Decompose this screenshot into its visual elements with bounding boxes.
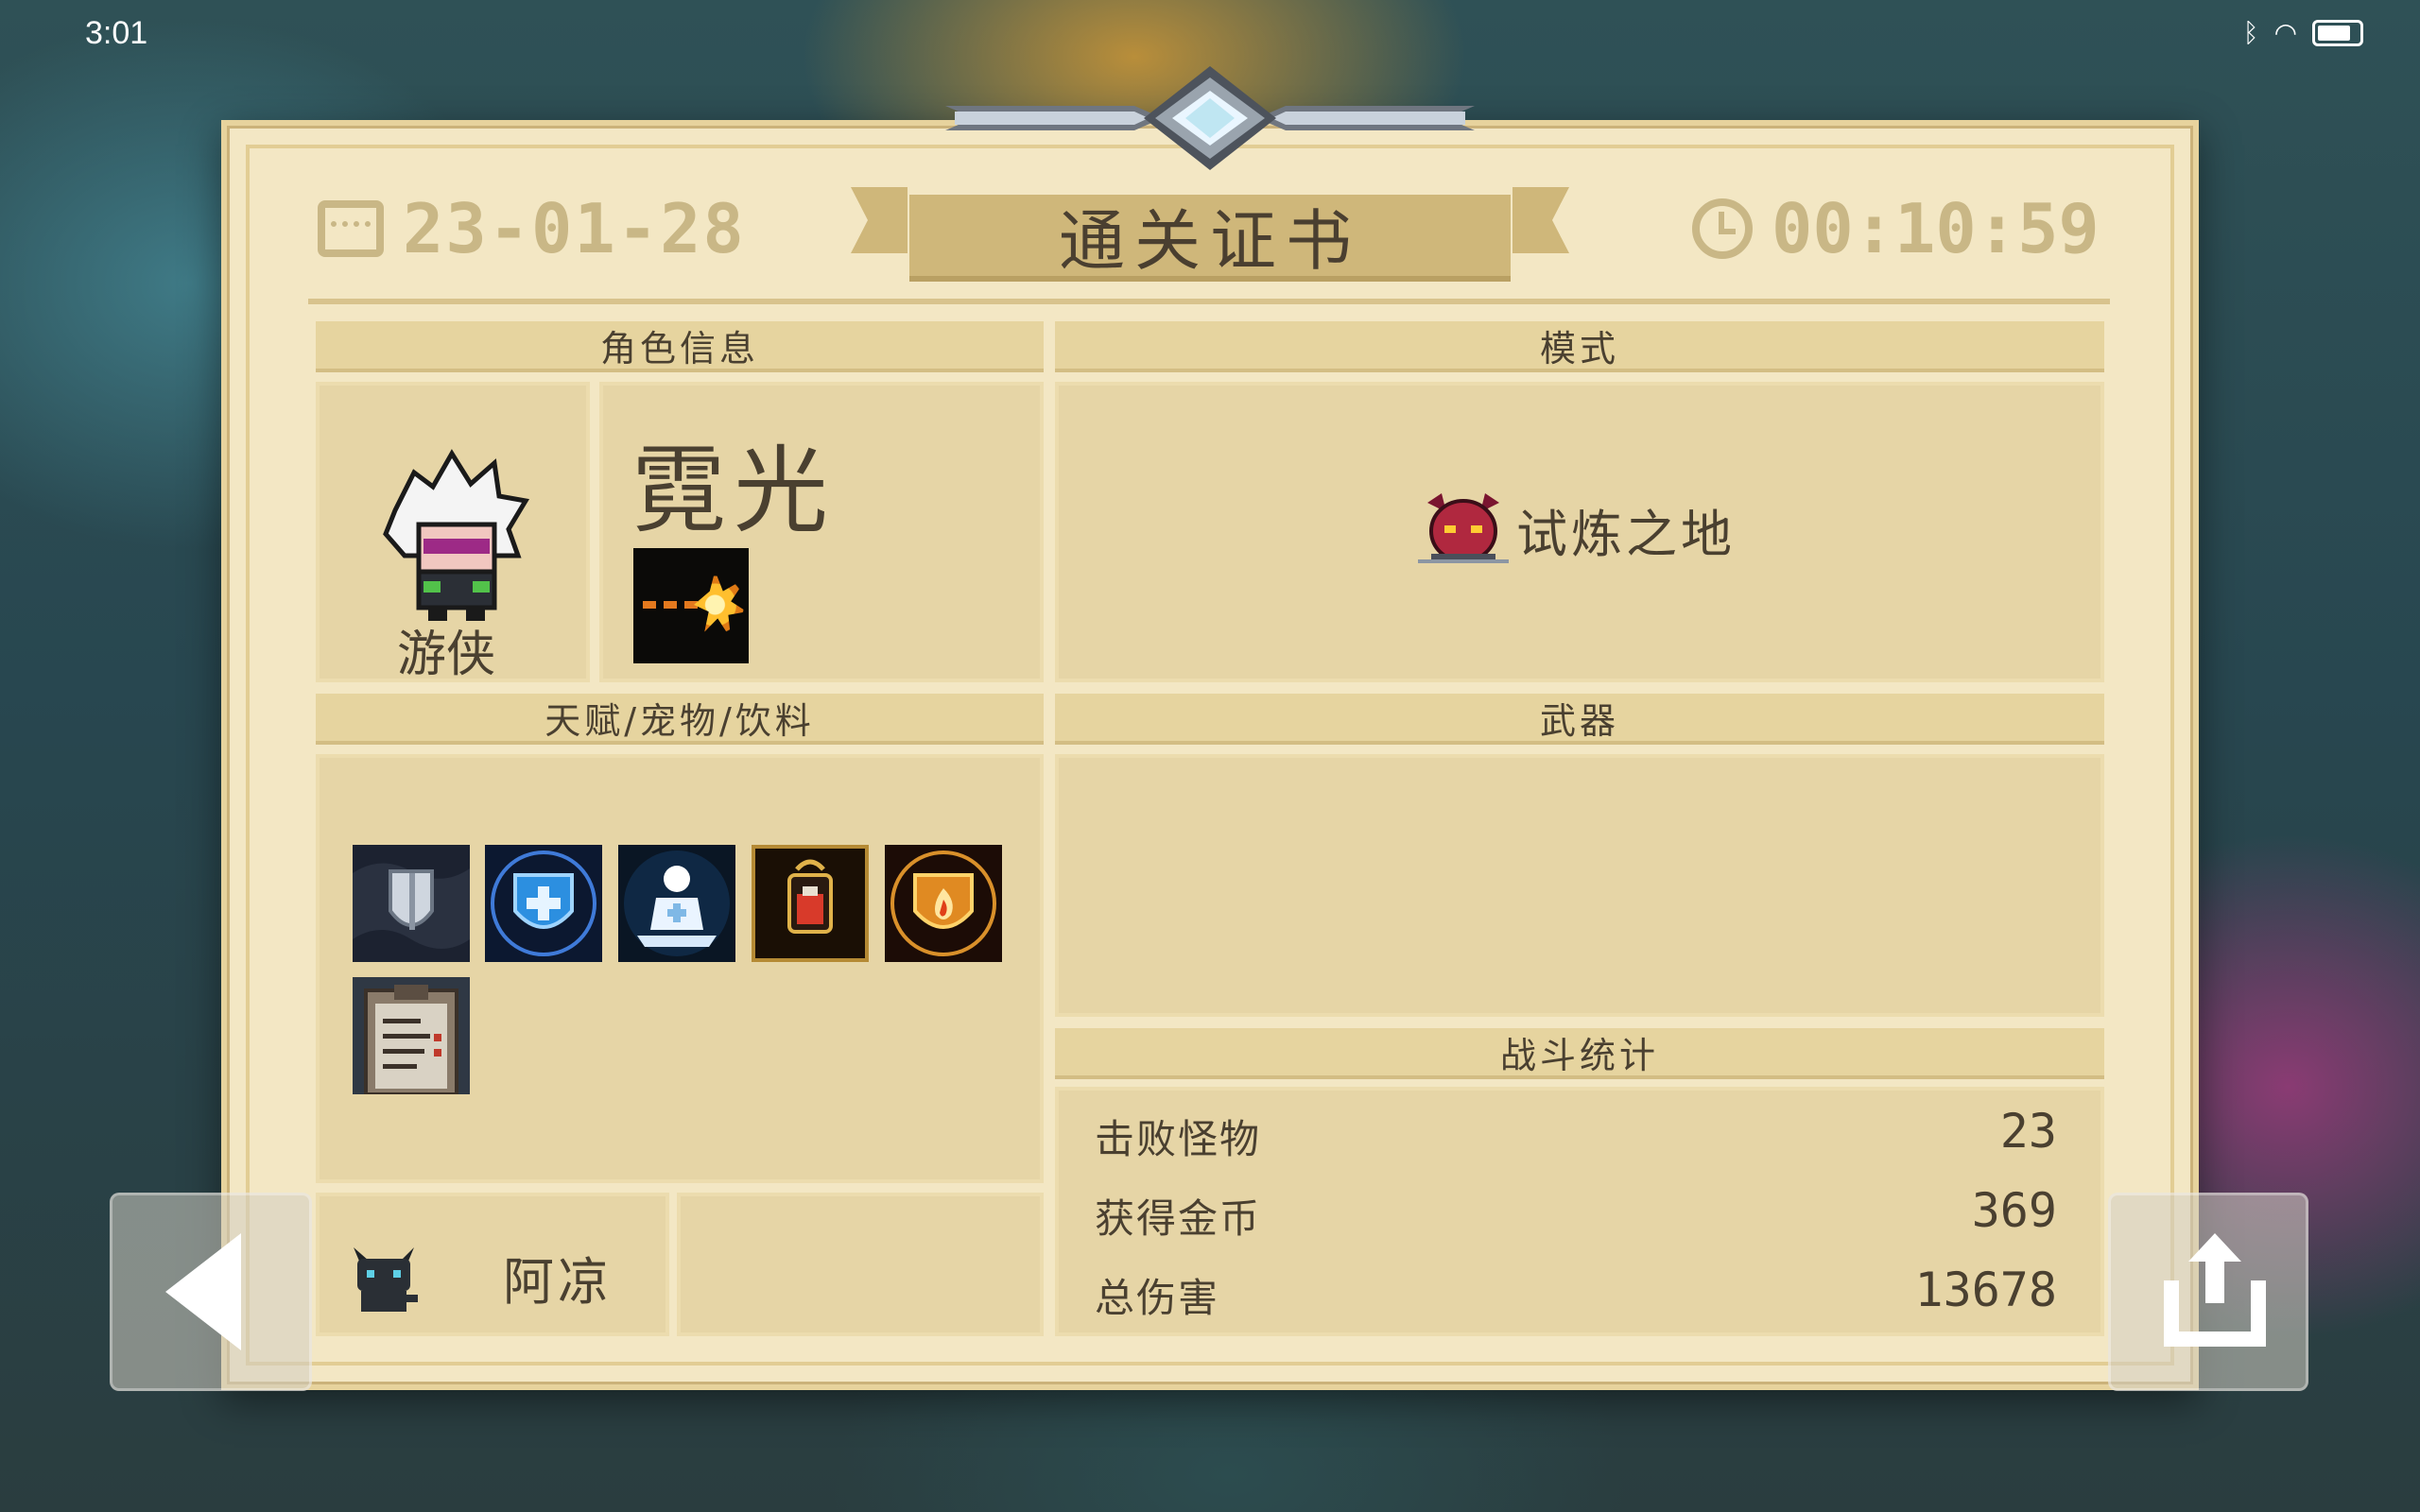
stat-label-damage: 总伤害 [1095,1275,1220,1321]
bluetooth-icon: ᛒ [2242,17,2259,48]
certificate-title: 通关证书 [909,195,1511,282]
black-cat-pet-icon [354,1247,418,1312]
header-divider [308,299,2110,304]
talents-box [316,754,1044,1183]
pet-name: 阿凉 [503,1252,613,1312]
elapsed-time-text: 00:10:59 [1772,189,2100,268]
calendar-icon [318,200,384,257]
status-time: 3:01 [85,15,148,51]
talent-clipboard-icon[interactable] [353,977,470,1096]
weapons-header: 武器 [1055,694,2104,745]
back-arrow-icon [165,1233,241,1350]
stat-label-monsters: 击败怪物 [1095,1116,1262,1162]
demon-head-icon [1418,493,1509,563]
share-icon [2164,1233,2266,1347]
character-class-label: 游侠 [397,627,496,683]
talent-meditating-figure-icon[interactable] [618,845,735,962]
talent-blue-cross-shield-icon[interactable] [485,845,602,962]
mode-display: 试炼之地 [1418,484,1736,575]
date-display: 23-01-28 [318,189,746,268]
ranger-character-icon [383,449,530,621]
mode-name: 试炼之地 [1516,504,1736,564]
stat-value-gold: 369 [1971,1183,2057,1238]
battle-stats-header: 战斗统计 [1055,1028,2104,1079]
stat-value-monsters: 23 [1999,1104,2057,1159]
drink-box [677,1193,1044,1336]
share-button[interactable] [2108,1193,2308,1391]
talent-potion-icon[interactable] [752,845,869,962]
wifi-icon: ◠ [2273,17,2297,48]
talent-armor-shield-icon[interactable] [353,845,470,962]
mode-header: 模式 [1055,321,2104,372]
stat-value-damage: 13678 [1914,1263,2057,1317]
date-text: 23-01-28 [403,189,746,268]
stat-label-gold: 获得金币 [1095,1195,1262,1242]
elapsed-time-display: 00:10:59 [1692,189,2100,268]
gem-ornament-icon [945,66,1475,170]
talent-pet-drink-header: 天赋/宠物/饮料 [316,694,1044,745]
skill-icon[interactable] [633,548,749,663]
character-info-header: 角色信息 [316,321,1044,372]
character-skin-name: 霓光 [631,436,836,546]
clock-icon [1692,198,1753,259]
back-button[interactable] [110,1193,312,1391]
weapons-box [1055,754,2104,1017]
battery-icon [2312,19,2363,46]
talent-fire-shield-icon[interactable] [885,845,1002,962]
status-icons: ᛒ ◠ [2243,17,2363,48]
